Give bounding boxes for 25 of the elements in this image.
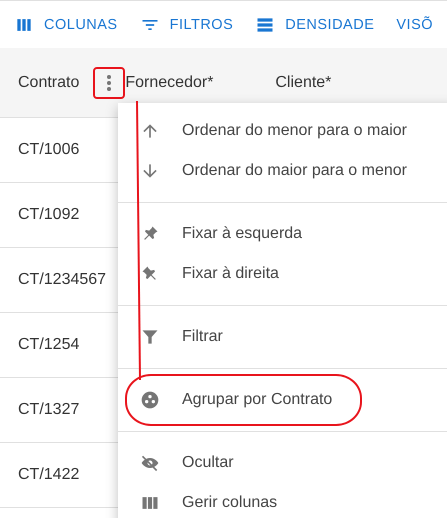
menu-item[interactable]: Gerir colunas bbox=[118, 483, 447, 518]
toolbar-button[interactable]: VISÕ bbox=[396, 16, 434, 32]
kebab-icon bbox=[106, 74, 112, 92]
table-cell: CT/1092 bbox=[18, 206, 80, 224]
toolbar-button[interactable]: DENSIDADE bbox=[255, 14, 374, 34]
column-menu-button[interactable] bbox=[93, 66, 126, 98]
column-header: Contrato bbox=[18, 74, 80, 92]
table-cell: CT/1006 bbox=[18, 141, 80, 159]
menu-item[interactable]: Fixar à esquerda bbox=[118, 214, 447, 254]
menu-item[interactable]: Fixar à direita bbox=[118, 254, 447, 294]
eye-off-icon bbox=[140, 453, 160, 473]
table-cell: CT/1327 bbox=[18, 401, 80, 419]
column-header: Fornecedor* bbox=[125, 74, 214, 92]
menu-item[interactable]: Ordenar do maior para o menor bbox=[118, 151, 447, 191]
menu-item[interactable]: Ordenar do menor para o maior bbox=[118, 111, 447, 151]
table-cell: CT/1234567 bbox=[18, 271, 106, 289]
table-cell: CT/1422 bbox=[18, 466, 80, 484]
toolbar-button[interactable]: FILTROS bbox=[140, 14, 234, 34]
group-icon bbox=[140, 390, 160, 410]
toolbar-button[interactable]: COLUNAS bbox=[14, 14, 118, 34]
menu-item[interactable]: Agrupar por Contrato bbox=[118, 380, 447, 420]
table-cell: CT/1254 bbox=[18, 336, 80, 354]
menu-item[interactable]: Filtrar bbox=[118, 317, 447, 357]
menu-item[interactable]: Ocultar bbox=[118, 443, 447, 483]
column-header: Cliente* bbox=[275, 74, 332, 92]
